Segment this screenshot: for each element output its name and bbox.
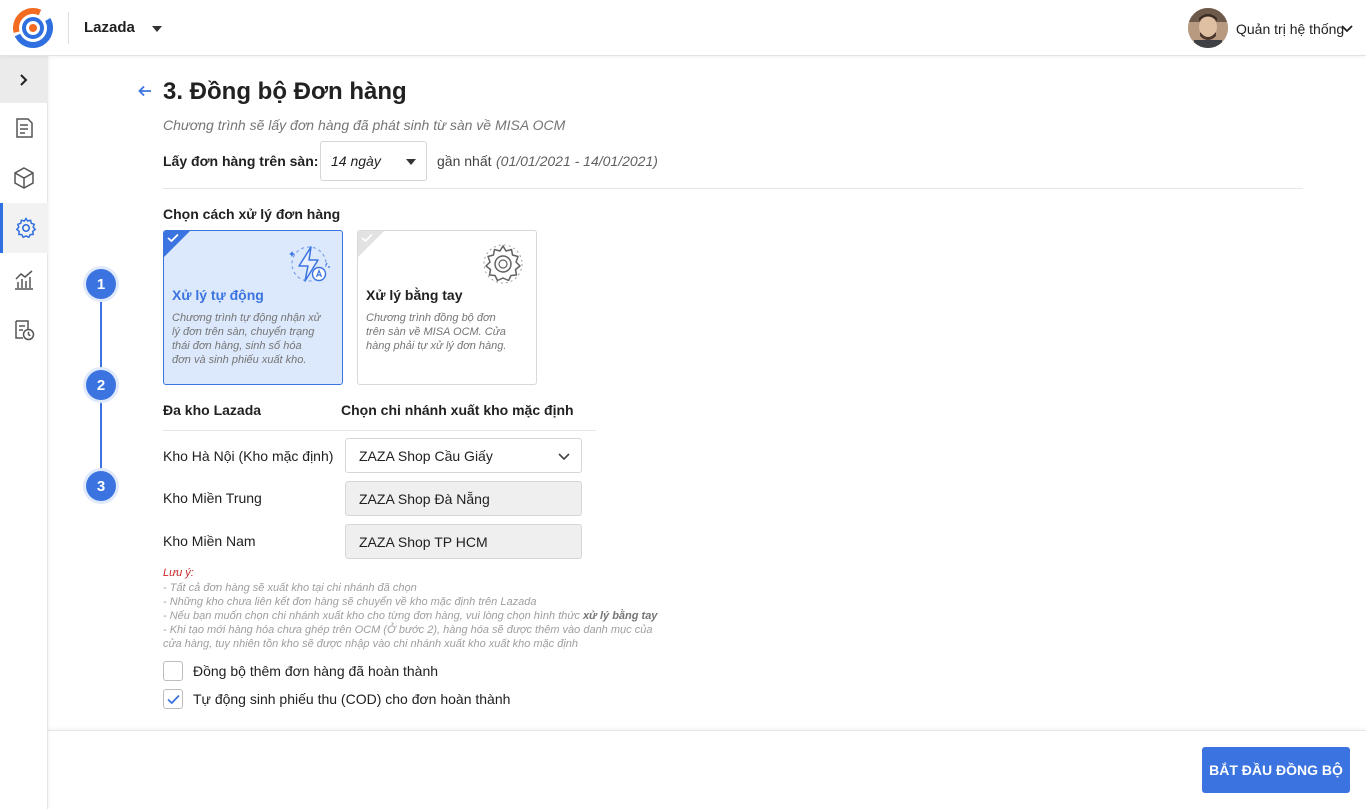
product-box-icon [14,167,34,189]
topbar-divider [68,12,69,44]
auto-processing-card[interactable]: Xử lý tự động Chương trình tự động nhận … [163,230,343,385]
start-sync-button[interactable]: BẮT ĐẦU ĐỒNG BỘ [1202,747,1350,793]
footer-bar [48,730,1366,809]
note-line-3: - Nếu bạn muốn chọn chi nhánh xuất kho c… [163,609,657,623]
note-line-3-text: - Nếu bạn muốn chọn chi nhánh xuất kho c… [163,610,583,622]
card-description: Chương trình đồng bộ đơn trên sàn về MIS… [366,311,506,353]
sync-completed-orders-checkbox[interactable] [163,661,183,681]
step-2[interactable]: 2 [86,370,116,400]
check-icon [361,233,373,243]
card-title: Xử lý tự động [172,287,264,303]
card-description: Chương trình tự động nhận xử lý đơn trên… [172,311,321,367]
auto-lightning-icon [289,246,330,282]
sidebar-item-reports[interactable] [0,255,48,305]
card-desc-line: đơn và sinh phiếu xuất kho. [172,354,307,366]
note-line-1: - Tất cả đơn hàng sẽ xuất kho tại chi nh… [163,582,417,594]
sidebar-item-history[interactable] [0,305,48,355]
caret-down-icon [406,159,416,165]
card-desc-line: hàng phải tự xử lý đơn hàng. [366,340,507,352]
card-desc-line: thái đơn hàng, sinh số hóa [172,340,302,352]
note-line-5: cửa hàng, tuy nhiên tồn kho sẽ được nhập… [163,638,579,650]
recent-label: gần nhất [437,153,492,169]
warehouse-label-central: Kho Miền Trung [163,490,262,506]
shop-name[interactable]: Lazada [84,19,135,36]
card-title: Xử lý bằng tay [366,287,463,303]
check-icon [167,694,180,705]
checkbox-label: Đồng bộ thêm đơn hàng đã hoàn thành [193,663,439,679]
sidebar-item-orders[interactable] [0,103,48,153]
sidebar-item-products[interactable] [0,153,48,203]
avatar[interactable] [1188,8,1228,48]
branch-select-south: ZAZA Shop TP HCM [345,524,582,559]
checkbox-label: Tự động sinh phiếu thu (COD) cho đơn hoà… [193,691,511,707]
top-bar: Lazada Quản trị hệ thống [0,0,1366,56]
card-desc-line: Chương trình tự động nhận xử [172,312,321,324]
branch-select-value: ZAZA Shop TP HCM [359,534,488,550]
note-title: Lưu ý: [163,567,194,579]
sidebar [0,56,48,809]
note-line-3-bold: xử lý bằng tay [582,610,658,622]
divider [163,188,1303,189]
chevron-down-icon [558,453,570,461]
recent-date-range: (01/01/2021 - 14/01/2021) [496,153,658,169]
branch-select-value: ZAZA Shop Cầu Giấy [359,448,493,464]
card-desc-line: trên sàn về MISA OCM. Cửa [366,326,506,338]
divider [163,430,596,431]
step-1[interactable]: 1 [86,269,116,299]
sidebar-item-settings[interactable] [0,203,48,253]
shop-dropdown-caret-icon[interactable] [152,26,162,32]
page-subtitle: Chương trình sẽ lấy đơn hàng đã phát sin… [163,117,566,133]
manual-gear-icon [483,244,523,284]
manual-processing-card[interactable]: Xử lý bằng tay Chương trình đồng bộ đơn … [357,230,537,385]
back-arrow-icon[interactable] [138,84,152,98]
history-icon [15,320,35,341]
page-title: 3. Đồng bộ Đơn hàng [163,78,407,105]
warehouse-label-hanoi: Kho Hà Nội (Kho mặc định) [163,448,334,464]
days-select-value: 14 ngày [331,153,381,169]
processing-section-title: Chọn cách xử lý đơn hàng [163,206,341,222]
chevron-right-icon [20,73,28,86]
app-logo[interactable] [12,7,54,49]
branch-select-central: ZAZA Shop Đà Nẵng [345,481,582,516]
fetch-orders-label: Lấy đơn hàng trên sàn: [163,153,319,169]
avatar-photo-icon [1188,8,1228,48]
branch-select-value: ZAZA Shop Đà Nẵng [359,491,490,507]
orders-icon [16,118,33,138]
branch-select-hanoi[interactable]: ZAZA Shop Cầu Giấy [345,438,582,473]
warehouse-label-south: Kho Miền Nam [163,533,256,549]
user-name[interactable]: Quản trị hệ thống [1236,21,1344,37]
days-select[interactable]: 14 ngày [320,141,427,181]
note-line-4: - Khi tạo mới hàng hóa chưa ghép trên OC… [163,624,653,636]
check-icon [167,233,179,243]
auto-cod-receipt-checkbox[interactable] [163,689,183,709]
warehouse-column-header: Đa kho Lazada [163,402,262,418]
step-3[interactable]: 3 [86,471,116,501]
chevron-down-icon[interactable] [1341,24,1353,34]
card-desc-line: lý đơn trên sàn, chuyển trạng [172,326,315,338]
note-line-2: - Những kho chưa liên kết đơn hàng sẽ ch… [163,596,537,608]
gear-icon [15,217,36,239]
card-desc-line: Chương trình đồng bộ đơn [366,312,496,324]
report-chart-icon [15,270,33,290]
branch-column-header: Chọn chi nhánh xuất kho mặc định [341,402,574,418]
sidebar-toggle[interactable] [0,56,48,103]
